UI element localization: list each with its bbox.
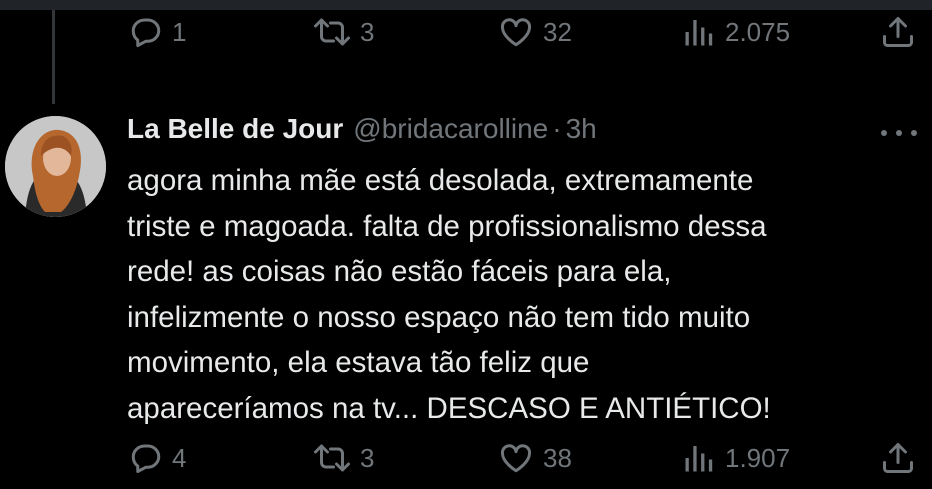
views-icon bbox=[685, 20, 713, 46]
reply-icon bbox=[131, 444, 161, 473]
prev-tweet-action-bar: 1 3 32 2.075 bbox=[128, 10, 918, 54]
header-separator: · bbox=[552, 113, 562, 144]
tweet-timestamp[interactable]: 3h bbox=[566, 113, 597, 145]
views-icon bbox=[685, 446, 713, 472]
thread-connector-line bbox=[52, 10, 55, 104]
prev-reply-button[interactable]: 1 bbox=[128, 10, 186, 54]
avatar-image bbox=[5, 116, 106, 217]
retweet-icon bbox=[314, 18, 350, 46]
reply-count: 4 bbox=[172, 442, 187, 473]
author-handle[interactable]: @bridacarolline bbox=[353, 113, 548, 145]
prev-retweet-count: 3 bbox=[360, 16, 375, 47]
prev-views-button[interactable]: 2.075 bbox=[681, 10, 790, 54]
like-icon bbox=[500, 444, 532, 473]
tweet-action-bar: 4 3 38 1.907 bbox=[128, 436, 918, 480]
retweet-button[interactable]: 3 bbox=[312, 436, 374, 480]
reply-button[interactable]: 4 bbox=[128, 436, 186, 480]
share-icon bbox=[883, 443, 913, 473]
prev-retweet-button[interactable]: 3 bbox=[312, 10, 374, 54]
top-edge-bar bbox=[0, 0, 932, 10]
reply-icon bbox=[131, 18, 161, 47]
views-button[interactable]: 1.907 bbox=[681, 436, 790, 480]
share-button[interactable] bbox=[880, 436, 916, 480]
like-button[interactable]: 38 bbox=[497, 436, 572, 480]
prev-views-count: 2.075 bbox=[725, 16, 791, 47]
views-count: 1.907 bbox=[725, 442, 791, 473]
prev-reply-count: 1 bbox=[172, 16, 187, 47]
author-name[interactable]: La Belle de Jour bbox=[127, 113, 343, 145]
prev-like-button[interactable]: 32 bbox=[497, 10, 572, 54]
avatar[interactable] bbox=[5, 116, 106, 217]
like-icon bbox=[500, 18, 532, 47]
share-icon bbox=[883, 17, 913, 47]
tweet-header: La Belle de Jour @bridacarolline · 3h bbox=[127, 113, 597, 151]
retweet-icon bbox=[314, 444, 350, 472]
retweet-count: 3 bbox=[360, 442, 375, 473]
tweet-text: agora minha mãe está desolada, extremame… bbox=[127, 164, 771, 425]
prev-share-button[interactable] bbox=[880, 10, 916, 54]
more-icon[interactable] bbox=[881, 124, 917, 142]
like-count: 38 bbox=[543, 442, 572, 473]
prev-like-count: 32 bbox=[543, 16, 572, 47]
